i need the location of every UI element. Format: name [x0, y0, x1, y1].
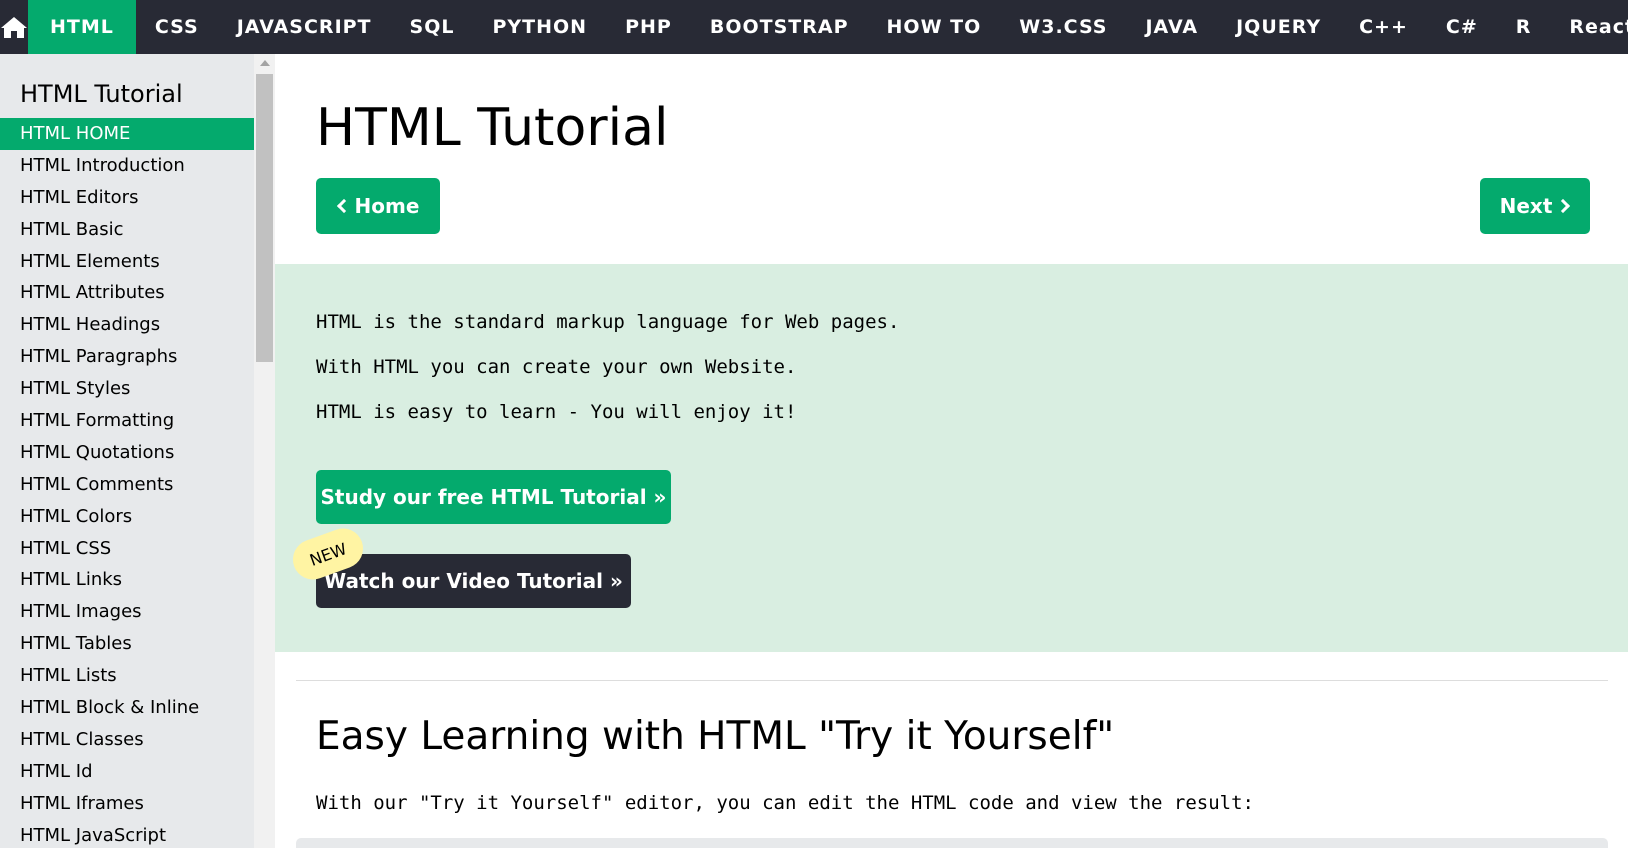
nav-item-jquery[interactable]: JQUERY	[1217, 0, 1340, 54]
intro-line-1: HTML is the standard markup language for…	[316, 311, 900, 333]
nav-item-javascript[interactable]: JAVASCRIPT	[218, 0, 391, 54]
sidebar-item-html-quotations[interactable]: HTML Quotations	[0, 437, 254, 469]
nav-item-html[interactable]: HTML	[28, 0, 136, 54]
next-button[interactable]: Next	[1480, 178, 1590, 234]
nav-item-cpp[interactable]: C++	[1340, 0, 1427, 54]
nav-item-php[interactable]: PHP	[606, 0, 691, 54]
sidebar-item-html-javascript[interactable]: HTML JavaScript	[0, 820, 254, 848]
sidebar-item-html-styles[interactable]: HTML Styles	[0, 373, 254, 405]
section-text: With our "Try it Yourself" editor, you c…	[316, 792, 1254, 814]
top-navigation: HTML CSS JAVASCRIPT SQL PYTHON PHP BOOTS…	[0, 0, 1628, 54]
nav-item-csharp[interactable]: C#	[1427, 0, 1497, 54]
sidebar-item-html-images[interactable]: HTML Images	[0, 596, 254, 628]
sidebar-item-html-editors[interactable]: HTML Editors	[0, 182, 254, 214]
home-icon	[1, 17, 27, 38]
nav-item-java[interactable]: JAVA	[1126, 0, 1217, 54]
scrollbar-thumb[interactable]	[256, 74, 273, 362]
nav-item-sql[interactable]: SQL	[391, 0, 474, 54]
sidebar-item-html-comments[interactable]: HTML Comments	[0, 469, 254, 501]
sidebar-item-html-iframes[interactable]: HTML Iframes	[0, 788, 254, 820]
sidebar-item-html-colors[interactable]: HTML Colors	[0, 501, 254, 533]
sidebar-item-html-css[interactable]: HTML CSS	[0, 533, 254, 565]
home-button[interactable]	[0, 0, 28, 54]
intro-line-2: With HTML you can create your own Websit…	[316, 356, 797, 378]
sidebar-item-html-lists[interactable]: HTML Lists	[0, 660, 254, 692]
sidebar-item-html-paragraphs[interactable]: HTML Paragraphs	[0, 341, 254, 373]
study-tutorial-button[interactable]: Study our free HTML Tutorial »	[316, 470, 671, 524]
chevron-right-icon	[1556, 198, 1571, 214]
sidebar-item-html-block-inline[interactable]: HTML Block & Inline	[0, 692, 254, 724]
nav-item-how-to[interactable]: HOW TO	[868, 0, 1001, 54]
sidebar-item-html-introduction[interactable]: HTML Introduction	[0, 150, 254, 182]
sidebar-item-html-formatting[interactable]: HTML Formatting	[0, 405, 254, 437]
sidebar: HTML Tutorial HTML HOME HTML Introductio…	[0, 54, 254, 848]
nav-item-react[interactable]: React	[1550, 0, 1628, 54]
sidebar-item-html-attributes[interactable]: HTML Attributes	[0, 277, 254, 309]
sidebar-title: HTML Tutorial	[20, 80, 183, 108]
sidebar-item-html-links[interactable]: HTML Links	[0, 564, 254, 596]
page-title: HTML Tutorial	[316, 98, 669, 158]
sidebar-item-html-headings[interactable]: HTML Headings	[0, 309, 254, 341]
nav-item-r[interactable]: R	[1497, 0, 1551, 54]
home-button-prev[interactable]: Home	[316, 178, 440, 234]
video-tutorial-button[interactable]: Watch our Video Tutorial »	[316, 554, 631, 608]
sidebar-item-html-elements[interactable]: HTML Elements	[0, 246, 254, 278]
sidebar-scrollbar[interactable]	[254, 54, 275, 848]
chevron-left-icon	[336, 198, 351, 214]
scroll-up-arrow-icon[interactable]	[260, 60, 270, 66]
section-title: Easy Learning with HTML "Try it Yourself…	[316, 714, 1115, 759]
intro-line-3: HTML is easy to learn - You will enjoy i…	[316, 401, 797, 423]
nav-item-bootstrap[interactable]: BOOTSTRAP	[691, 0, 868, 54]
main-content: HTML Tutorial Home Next HTML is the stan…	[275, 54, 1628, 848]
sidebar-item-html-tables[interactable]: HTML Tables	[0, 628, 254, 660]
sidebar-item-html-basic[interactable]: HTML Basic	[0, 214, 254, 246]
example-box	[296, 838, 1608, 848]
sidebar-item-html-home[interactable]: HTML HOME	[0, 118, 254, 150]
sidebar-item-html-id[interactable]: HTML Id	[0, 756, 254, 788]
nav-item-css[interactable]: CSS	[136, 0, 218, 54]
next-button-label: Next	[1499, 194, 1553, 218]
divider	[296, 680, 1608, 681]
sidebar-item-html-classes[interactable]: HTML Classes	[0, 724, 254, 756]
nav-item-python[interactable]: PYTHON	[473, 0, 606, 54]
nav-item-w3css[interactable]: W3.CSS	[1000, 0, 1126, 54]
home-button-label: Home	[354, 194, 420, 218]
